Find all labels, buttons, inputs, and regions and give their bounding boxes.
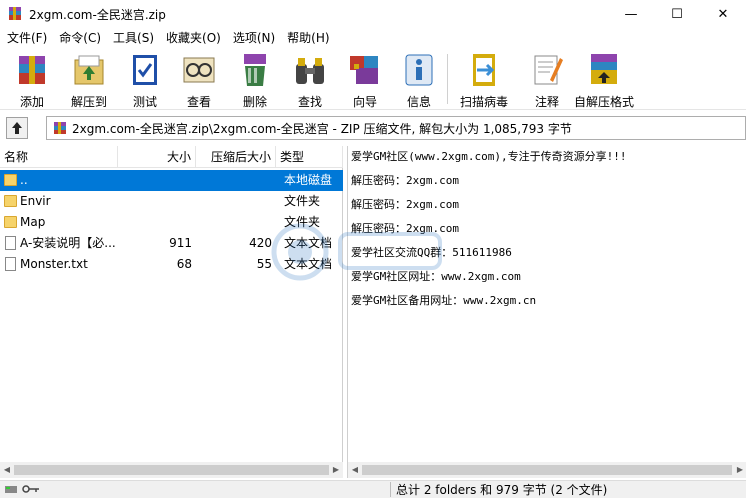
preview-line: 解压密码：2xgm.com bbox=[351, 222, 459, 235]
scan-virus-button[interactable]: 扫描病毒 bbox=[460, 50, 508, 110]
comment-button[interactable]: 注释 bbox=[528, 50, 566, 110]
window-title: 2xgm.com-全民迷宫.zip bbox=[29, 7, 166, 22]
text-file-icon bbox=[5, 257, 16, 271]
key-icon bbox=[22, 485, 39, 493]
address-bar: 2xgm.com-全民迷宫.zip\2xgm.com-全民迷宫 - ZIP 压缩… bbox=[0, 114, 746, 142]
path-text: 2xgm.com-全民迷宫.zip\2xgm.com-全民迷宫 - ZIP 压缩… bbox=[72, 121, 572, 136]
add-archive-icon bbox=[13, 50, 51, 90]
view-button[interactable]: 查看 bbox=[180, 50, 218, 110]
extract-to-icon bbox=[70, 50, 108, 90]
scroll-left-arrow-icon[interactable]: ◀ bbox=[348, 462, 362, 478]
drive-icon bbox=[5, 486, 17, 493]
preview-line: 爱学社区交流QQ群：511611986 bbox=[351, 246, 512, 259]
column-name[interactable]: 名称 bbox=[0, 146, 118, 168]
scroll-right-arrow-icon[interactable]: ▶ bbox=[329, 462, 343, 478]
wizard-button[interactable]: 向导 bbox=[346, 50, 384, 110]
menu-tools[interactable]: 工具(S) bbox=[108, 28, 159, 48]
path-field[interactable]: 2xgm.com-全民迷宫.zip\2xgm.com-全民迷宫 - ZIP 压缩… bbox=[46, 116, 746, 140]
preview-line: 解压密码：2xgm.com bbox=[351, 198, 459, 211]
info-button[interactable]: 信息 bbox=[400, 50, 438, 110]
status-bar: 总计 2 folders 和 979 字节 (2 个文件) bbox=[0, 480, 746, 498]
wizard-icon bbox=[346, 50, 384, 90]
minimize-button[interactable]: — bbox=[608, 0, 654, 28]
scroll-right-arrow-icon[interactable]: ▶ bbox=[733, 462, 746, 478]
file-list: 名称 大小 压缩后大小 类型 .. 本地磁盘 Envir 文件夹 Map 文件夹… bbox=[0, 146, 343, 478]
list-item[interactable]: .. 本地磁盘 bbox=[0, 170, 343, 191]
file-list-scrollbar[interactable]: ◀ ▶ bbox=[0, 462, 343, 478]
extract-to-button[interactable]: 解压到 bbox=[70, 50, 108, 110]
list-item[interactable]: Envir 文件夹 bbox=[0, 191, 343, 212]
folder-icon bbox=[4, 174, 17, 186]
close-button[interactable]: ✕ bbox=[700, 0, 746, 28]
folder-icon bbox=[4, 195, 17, 207]
scrollbar-thumb[interactable] bbox=[14, 465, 329, 475]
menu-commands[interactable]: 命令(C) bbox=[54, 28, 106, 48]
toolbar: 添加 解压到 测试 查看 删除 查找 向导 信息 扫描病毒 注释 自解压格式 bbox=[0, 48, 746, 110]
up-one-level-button[interactable] bbox=[6, 117, 28, 139]
scrollbar-thumb[interactable] bbox=[362, 465, 732, 475]
test-icon bbox=[126, 50, 164, 90]
menu-file[interactable]: 文件(F) bbox=[2, 28, 52, 48]
delete-button[interactable]: 删除 bbox=[236, 50, 274, 110]
view-icon bbox=[180, 50, 218, 90]
find-button[interactable]: 查找 bbox=[291, 50, 329, 110]
add-button[interactable]: 添加 bbox=[13, 50, 51, 110]
info-icon bbox=[400, 50, 438, 90]
column-size[interactable]: 大小 bbox=[118, 146, 196, 168]
preview-line: 爱学GM社区网址：www.2xgm.com bbox=[351, 270, 521, 283]
toolbar-separator bbox=[447, 54, 448, 104]
test-button[interactable]: 测试 bbox=[126, 50, 164, 110]
maximize-button[interactable]: ☐ bbox=[654, 0, 700, 28]
list-item[interactable]: Monster.txt 68 55 文本文档 bbox=[0, 254, 343, 275]
comment-icon bbox=[528, 50, 566, 90]
delete-icon bbox=[236, 50, 274, 90]
find-icon bbox=[291, 50, 329, 90]
status-separator bbox=[390, 482, 391, 497]
sfx-button[interactable]: 自解压格式 bbox=[574, 50, 634, 110]
scroll-left-arrow-icon[interactable]: ◀ bbox=[0, 462, 14, 478]
column-type[interactable]: 类型 bbox=[276, 146, 343, 168]
sfx-icon bbox=[585, 50, 623, 90]
up-arrow-icon bbox=[12, 122, 22, 134]
column-packed[interactable]: 压缩后大小 bbox=[196, 146, 276, 168]
preview-line: 爱学GM社区备用网址：www.2xgm.cn bbox=[351, 294, 537, 307]
preview-scrollbar[interactable]: ◀ ▶ bbox=[348, 462, 746, 478]
list-header: 名称 大小 压缩后大小 类型 bbox=[0, 146, 343, 168]
menu-favorites[interactable]: 收藏夹(O) bbox=[161, 28, 226, 48]
menu-bar: 文件(F) 命令(C) 工具(S) 收藏夹(O) 选项(N) 帮助(H) bbox=[0, 28, 746, 48]
status-summary: 总计 2 folders 和 979 字节 (2 个文件) bbox=[396, 483, 608, 497]
list-item[interactable]: Map 文件夹 bbox=[0, 212, 343, 233]
menu-help[interactable]: 帮助(H) bbox=[282, 28, 334, 48]
winrar-app-icon[interactable] bbox=[7, 6, 23, 22]
scan-virus-icon bbox=[465, 50, 503, 90]
preview-line: 解压密码：2xgm.com bbox=[351, 174, 459, 187]
list-item[interactable]: A-安装说明【必... 911 420 文本文档 bbox=[0, 233, 343, 254]
zip-archive-icon bbox=[53, 121, 67, 135]
title-bar: 2xgm.com-全民迷宫.zip — ☐ ✕ bbox=[0, 0, 746, 28]
status-icons bbox=[4, 482, 40, 496]
comment-preview: 爱学GM社区(www.2xgm.com),专注于传奇资源分享!!! 解压密码：2… bbox=[347, 146, 746, 478]
folder-icon bbox=[4, 216, 17, 228]
preview-line: 爱学GM社区(www.2xgm.com),专注于传奇资源分享!!! bbox=[351, 150, 627, 163]
menu-options[interactable]: 选项(N) bbox=[228, 28, 280, 48]
text-file-icon bbox=[5, 236, 16, 250]
